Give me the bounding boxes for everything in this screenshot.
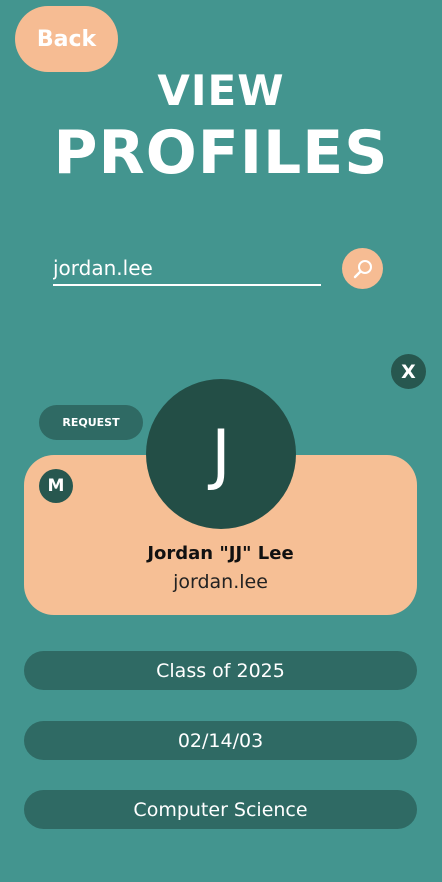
profile-username: jordan.lee bbox=[173, 571, 268, 593]
member-badge: M bbox=[39, 469, 73, 503]
birthdate-field: 02/14/03 bbox=[24, 721, 417, 760]
avatar: J bbox=[146, 379, 296, 529]
search-icon bbox=[353, 259, 372, 278]
profile-name: Jordan "JJ" Lee bbox=[147, 543, 294, 564]
back-button[interactable]: Back bbox=[15, 6, 118, 72]
search-input[interactable] bbox=[53, 252, 321, 286]
page-title-line2: PROFILES bbox=[53, 118, 389, 188]
request-button[interactable]: REQUEST bbox=[39, 405, 143, 440]
search-button[interactable] bbox=[342, 248, 383, 289]
class-year-field: Class of 2025 bbox=[24, 651, 417, 690]
close-button[interactable]: X bbox=[391, 354, 426, 389]
page-title-line1: VIEW bbox=[157, 66, 285, 115]
major-field: Computer Science bbox=[24, 790, 417, 829]
